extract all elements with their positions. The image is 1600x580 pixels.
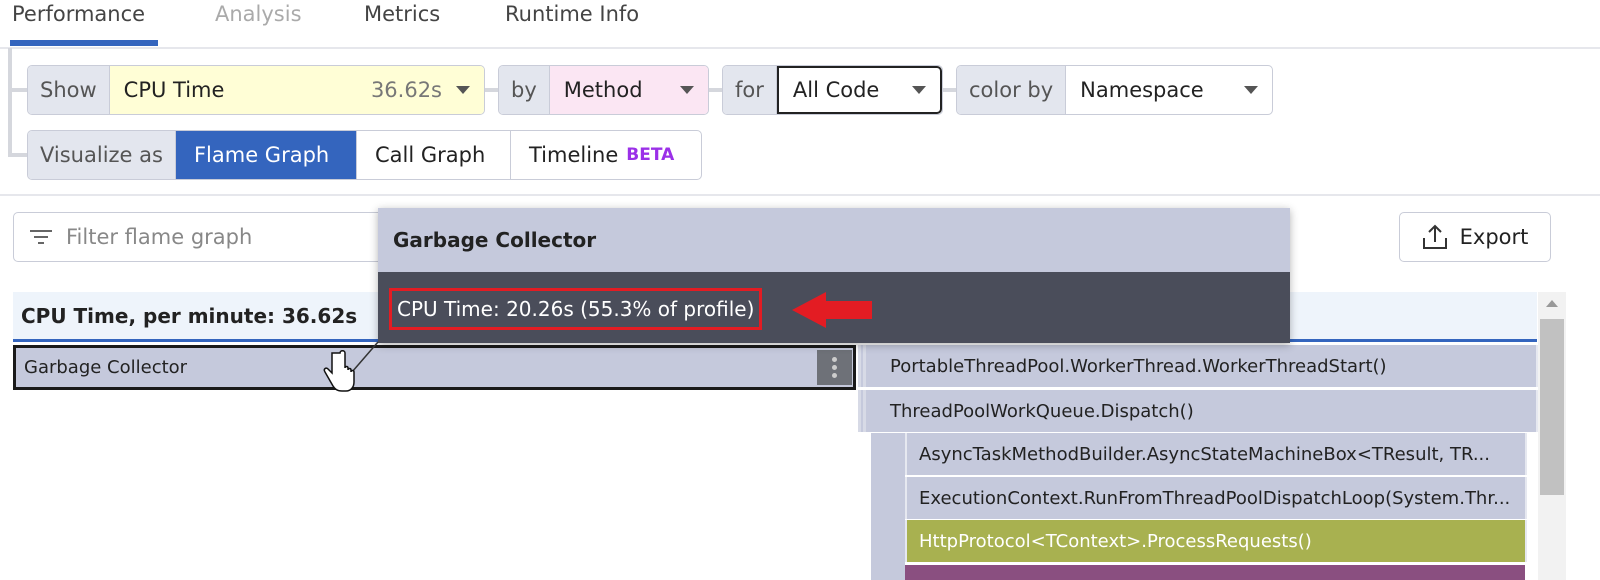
- timeline-button[interactable]: Timeline BETA: [511, 131, 692, 179]
- for-value: All Code: [792, 78, 880, 102]
- scroll-up-arrow[interactable]: [1546, 300, 1558, 307]
- connector-line: [8, 88, 28, 92]
- color-by-group: color by Namespace: [956, 65, 1273, 115]
- chevron-down-icon: [680, 86, 694, 94]
- connector-line: [485, 88, 499, 92]
- by-dropdown[interactable]: Method: [549, 66, 708, 114]
- export-button[interactable]: Export: [1399, 212, 1551, 262]
- scrollbar[interactable]: [1538, 292, 1566, 580]
- red-arrow-annotation: [792, 292, 872, 328]
- beta-badge: BETA: [626, 145, 675, 165]
- chevron-down-icon: [1244, 86, 1258, 94]
- chevron-down-icon: [456, 86, 470, 94]
- connector-line: [8, 48, 12, 156]
- connector-line: [943, 88, 957, 92]
- connector-line: [709, 88, 723, 92]
- tab-performance[interactable]: Performance: [12, 2, 145, 26]
- flame-graph-button[interactable]: Flame Graph: [175, 131, 357, 179]
- tab-runtime-info[interactable]: Runtime Info: [505, 2, 639, 26]
- chevron-down-icon: [912, 86, 926, 94]
- show-group: Show CPU Time 36.62s: [27, 65, 485, 115]
- color-by-dropdown[interactable]: Namespace: [1066, 66, 1272, 114]
- tooltip-title: Garbage Collector: [378, 208, 1290, 272]
- filter-icon: [30, 230, 52, 244]
- visualize-group: Visualize as Flame Graph Call Graph Time…: [27, 130, 702, 180]
- visualize-label: Visualize as: [28, 131, 176, 179]
- by-group: by Method: [498, 65, 709, 115]
- tab-analysis[interactable]: Analysis: [215, 2, 302, 26]
- frame[interactable]: ExecutionContext.RunFromThreadPoolDispat…: [905, 477, 1527, 519]
- header-text: CPU Time, per minute: 36.62s: [21, 303, 358, 328]
- tabs-divider: [0, 47, 1600, 49]
- filter-input[interactable]: Filter flame graph: [13, 212, 413, 262]
- connector-line: [8, 153, 28, 157]
- section-divider: [0, 194, 1600, 196]
- show-label: Show: [28, 66, 110, 114]
- frame[interactable]: AsyncTaskMethodBuilder.AsyncStateMachine…: [905, 433, 1527, 475]
- for-label: for: [723, 66, 777, 114]
- frame-garbage-collector[interactable]: Garbage Collector: [13, 345, 856, 390]
- frame[interactable]: ThreadPoolWorkQueue.Dispatch(): [858, 390, 1538, 432]
- call-graph-button[interactable]: Call Graph: [357, 131, 511, 179]
- frame[interactable]: HttpProtocol<TContext>.ProcessRequests(): [905, 520, 1527, 562]
- show-total: 36.62s: [370, 78, 442, 102]
- export-icon: [1422, 224, 1447, 249]
- timeline-label: Timeline: [528, 143, 619, 167]
- tab-metrics[interactable]: Metrics: [364, 2, 440, 26]
- for-group: for All Code: [722, 65, 943, 115]
- frame[interactable]: PortableThreadPool.WorkerThread.WorkerTh…: [858, 345, 1538, 387]
- color-by-label: color by: [957, 66, 1067, 114]
- hand-cursor-icon: [323, 350, 355, 392]
- frame-menu-button[interactable]: [817, 350, 852, 385]
- by-label: by: [499, 66, 550, 114]
- frame-gutter: [871, 433, 905, 580]
- frame-label: Garbage Collector: [24, 357, 188, 378]
- export-label: Export: [1459, 225, 1529, 249]
- frame[interactable]: [905, 565, 1525, 580]
- scrollbar-thumb[interactable]: [1540, 319, 1564, 495]
- show-dropdown[interactable]: CPU Time 36.62s: [109, 66, 484, 114]
- show-value: CPU Time: [123, 78, 225, 102]
- color-by-value: Namespace: [1080, 78, 1204, 102]
- tooltip-detail: CPU Time: 20.26s (55.3% of profile): [389, 288, 763, 330]
- by-value: Method: [563, 78, 643, 102]
- filter-placeholder: Filter flame graph: [66, 225, 253, 249]
- active-tab-indicator: [10, 40, 158, 46]
- for-dropdown[interactable]: All Code: [776, 66, 942, 114]
